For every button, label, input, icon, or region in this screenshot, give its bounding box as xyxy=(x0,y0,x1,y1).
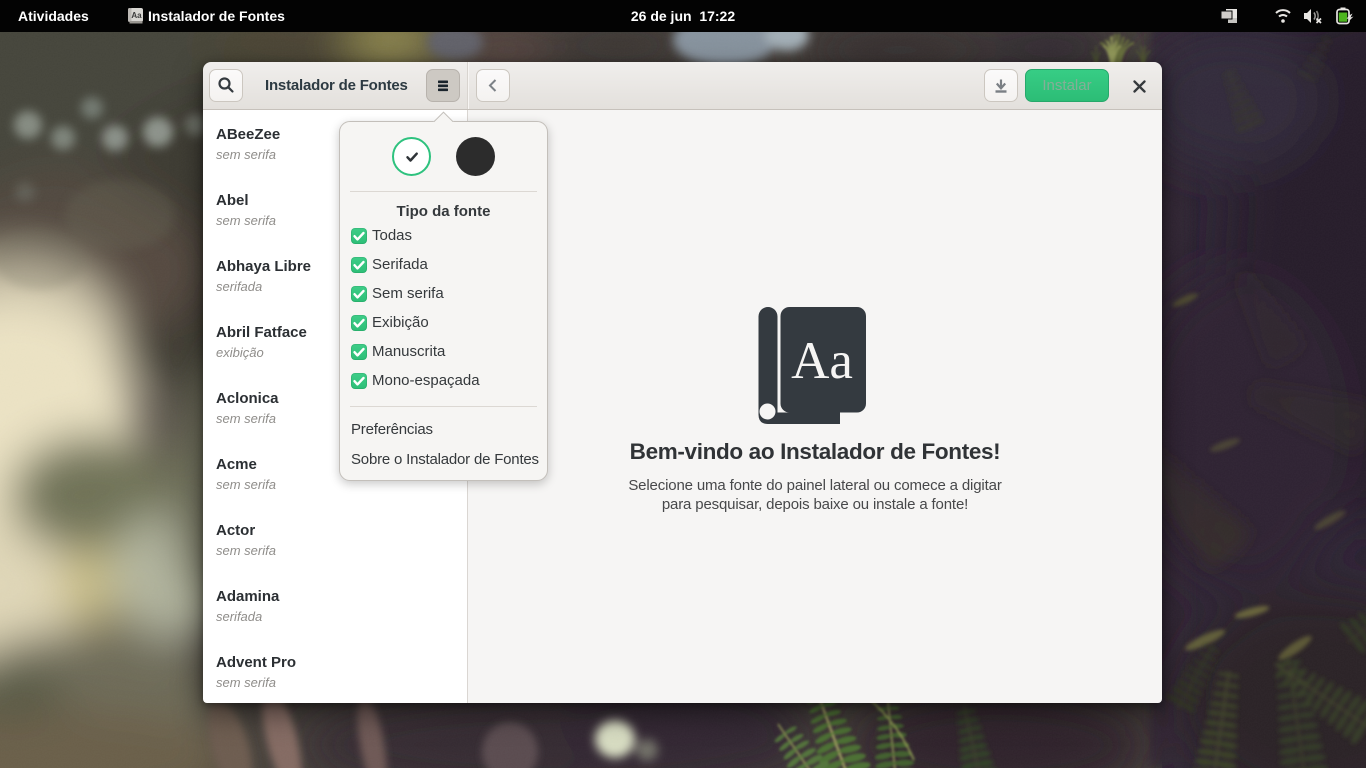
svg-text:Aa: Aa xyxy=(791,332,853,390)
